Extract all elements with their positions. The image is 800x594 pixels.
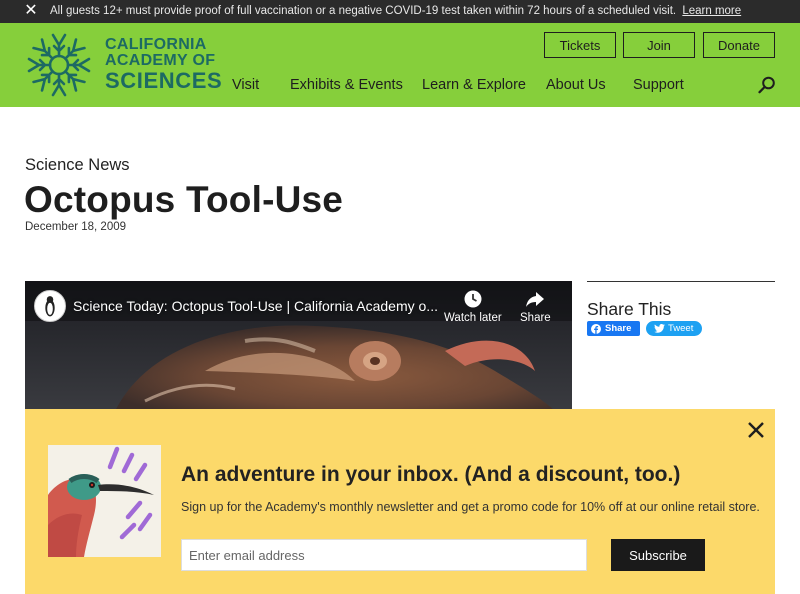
page-title: Octopus Tool-Use [24, 179, 344, 220]
channel-avatar-icon[interactable] [34, 290, 66, 322]
alert-message-text: All guests 12+ must provide proof of ful… [50, 5, 677, 17]
facebook-share-button[interactable]: Share [587, 321, 640, 336]
newsletter-popup: An adventure in your inbox. (And a disco… [25, 409, 775, 594]
learn-more-link[interactable]: Learn more [682, 5, 741, 17]
alert-message: All guests 12+ must provide proof of ful… [50, 5, 741, 17]
donate-button[interactable]: Donate [703, 32, 775, 58]
video-share-label: Share [520, 312, 551, 324]
bee-eater-bird-illustration [48, 445, 161, 557]
alert-bar: ✕ All guests 12+ must provide proof of f… [0, 0, 800, 23]
share-divider [587, 281, 775, 282]
publish-date: December 18, 2009 [25, 221, 127, 233]
search-icon[interactable] [758, 76, 776, 94]
twitter-tweet-button[interactable]: Tweet [646, 321, 702, 336]
starburst-logo-icon[interactable] [25, 31, 93, 99]
clock-icon [464, 290, 482, 308]
video-title[interactable]: Science Today: Octopus Tool-Use | Califo… [73, 298, 438, 314]
site-header: CALIFORNIA ACADEMY OF SCIENCES Tickets J… [0, 23, 800, 107]
watch-later-button[interactable]: Watch later [444, 289, 502, 324]
join-button[interactable]: Join [623, 32, 695, 58]
video-player[interactable]: Science Today: Octopus Tool-Use | Califo… [25, 281, 572, 411]
video-share-button[interactable]: Share [520, 289, 551, 324]
watch-later-label: Watch later [444, 312, 502, 324]
facebook-share-label: Share [605, 323, 632, 334]
share-arrow-icon [526, 292, 545, 307]
brand-wordmark[interactable]: CALIFORNIA ACADEMY OF SCIENCES [105, 37, 222, 92]
article-category[interactable]: Science News [25, 156, 130, 175]
email-field[interactable] [181, 539, 587, 571]
brand-line-2: ACADEMY OF [105, 52, 216, 69]
twitter-tweet-label: Tweet [668, 323, 694, 334]
close-icon[interactable] [746, 420, 766, 440]
twitter-bird-icon [654, 324, 665, 333]
facebook-icon [591, 323, 601, 334]
promo-title: An adventure in your inbox. (And a disco… [181, 463, 681, 486]
nav-item-learn-explore[interactable]: Learn & Explore [422, 77, 526, 93]
nav-item-exhibits-events[interactable]: Exhibits & Events [290, 77, 403, 93]
close-icon[interactable]: ✕ [22, 2, 40, 20]
nav-item-about-us[interactable]: About Us [546, 77, 606, 93]
tickets-button[interactable]: Tickets [544, 32, 616, 58]
brand-line-1: CALIFORNIA [105, 36, 207, 53]
nav-item-visit[interactable]: Visit [232, 77, 259, 93]
brand-line-3: SCIENCES [105, 68, 223, 93]
promo-subtitle: Sign up for the Academy's monthly newsle… [181, 500, 760, 514]
share-heading: Share This [587, 299, 672, 319]
nav-item-support[interactable]: Support [633, 77, 684, 93]
subscribe-button[interactable]: Subscribe [611, 539, 705, 571]
